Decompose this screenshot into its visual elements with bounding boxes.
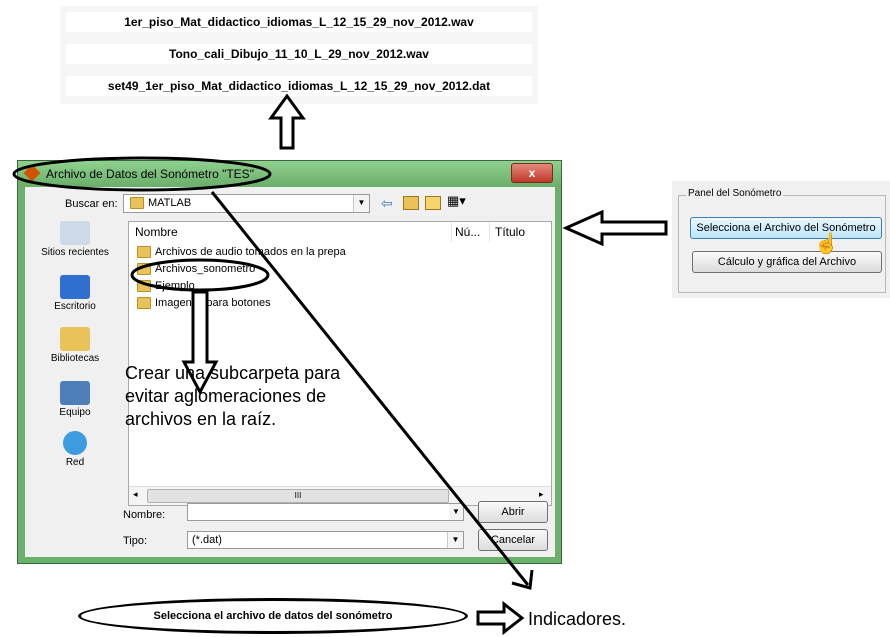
right-arrow-annotation xyxy=(476,600,525,636)
annotation-overlay xyxy=(12,93,668,636)
status-indicator: Selecciona el archivo de datos del sonóm… xyxy=(78,598,468,634)
title-highlight-oval xyxy=(12,156,272,192)
annotation-note: Crear una subcarpeta para evitar aglomer… xyxy=(125,363,341,429)
folder-highlight-oval xyxy=(130,258,270,292)
left-arrow-annotation xyxy=(562,209,668,247)
up-arrow-annotation xyxy=(268,93,306,150)
indicadores-label: Indicadores. xyxy=(528,609,627,629)
